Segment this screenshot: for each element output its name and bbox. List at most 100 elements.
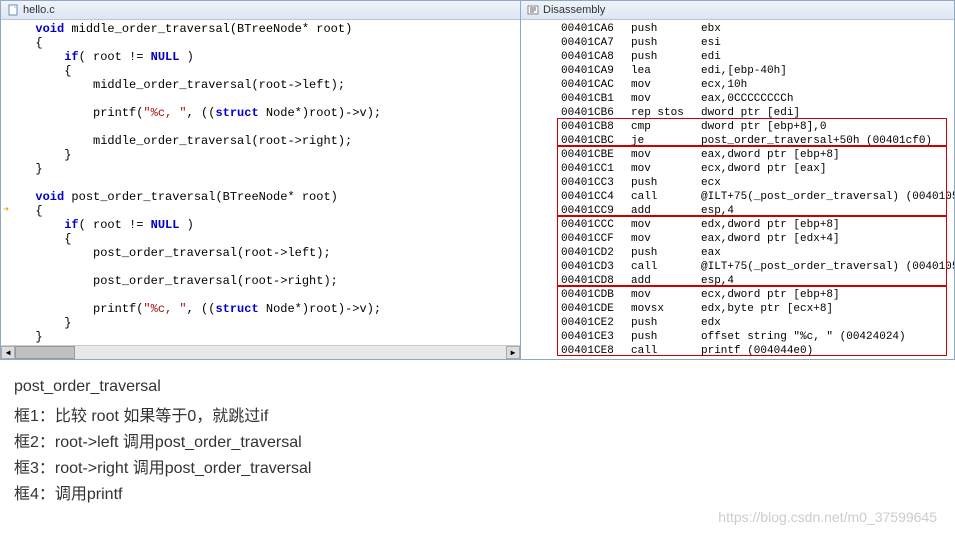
asm-opcode: add	[631, 274, 701, 288]
asm-address: 00401CA7	[561, 36, 631, 50]
asm-args: esp,4	[701, 274, 950, 288]
asm-line[interactable]: 00401CA6pushebx	[521, 22, 954, 36]
asm-line[interactable]: 00401CD8addesp,4	[521, 274, 954, 288]
scroll-thumb[interactable]	[15, 346, 75, 359]
asm-args: offset string "%c, " (00424024)	[701, 330, 950, 344]
asm-args: @ILT+75(_post_order_traversal) (00401050…	[701, 190, 954, 204]
source-line[interactable]	[1, 120, 520, 134]
asm-address: 00401CDB	[561, 288, 631, 302]
asm-opcode: lea	[631, 64, 701, 78]
asm-opcode: push	[631, 176, 701, 190]
source-line[interactable]: {	[1, 64, 520, 78]
asm-line[interactable]: 00401CBEmoveax,dword ptr [ebp+8]	[521, 148, 954, 162]
asm-address: 00401CDE	[561, 302, 631, 316]
asm-line[interactable]: 00401CDBmovecx,dword ptr [ebp+8]	[521, 288, 954, 302]
source-line[interactable]: middle_order_traversal(root->left);	[1, 78, 520, 92]
disassembly-view[interactable]: 00401CA6pushebx00401CA7pushesi00401CA8pu…	[521, 20, 954, 359]
asm-args: eax,dword ptr [edx+4]	[701, 232, 950, 246]
asm-line[interactable]: 00401CE2pushedx	[521, 316, 954, 330]
asm-line[interactable]: 00401CEDaddesp,8	[521, 358, 954, 359]
source-line[interactable]	[1, 344, 520, 345]
asm-line[interactable]: 00401CCFmoveax,dword ptr [edx+4]	[521, 232, 954, 246]
asm-line[interactable]: 00401CA7pushesi	[521, 36, 954, 50]
asm-args: ecx,10h	[701, 78, 950, 92]
source-line[interactable]: }	[1, 162, 520, 176]
asm-line[interactable]: 00401CA8pushedi	[521, 50, 954, 64]
asm-line[interactable]: 00401CB6rep stosdword ptr [edi]	[521, 106, 954, 120]
asm-address: 00401CAC	[561, 78, 631, 92]
scroll-left-button[interactable]: ◀	[1, 346, 15, 359]
asm-opcode: mov	[631, 288, 701, 302]
asm-line[interactable]: 00401CD2pusheax	[521, 246, 954, 260]
source-line[interactable]: }	[1, 330, 520, 344]
source-line[interactable]	[1, 288, 520, 302]
asm-address: 00401CCF	[561, 232, 631, 246]
asm-address: 00401CCC	[561, 218, 631, 232]
ide-window: hello.c void middle_order_traversal(BTre…	[0, 0, 955, 360]
asm-line[interactable]: 00401CD3call@ILT+75(_post_order_traversa…	[521, 260, 954, 274]
asm-opcode: call	[631, 190, 701, 204]
source-line[interactable]: if( root != NULL )	[1, 218, 520, 232]
asm-opcode: push	[631, 36, 701, 50]
source-line[interactable]	[1, 260, 520, 274]
note-line: 框4：调用printf	[14, 482, 941, 508]
asm-address: 00401CC4	[561, 190, 631, 204]
asm-line[interactable]: 00401CB1moveax,0CCCCCCCCh	[521, 92, 954, 106]
asm-args: edx,dword ptr [ebp+8]	[701, 218, 950, 232]
asm-line[interactable]: 00401CA9leaedi,[ebp-40h]	[521, 64, 954, 78]
asm-address: 00401CC1	[561, 162, 631, 176]
asm-args: ecx,dword ptr [ebp+8]	[701, 288, 950, 302]
source-line[interactable]: {	[1, 232, 520, 246]
source-line[interactable]: void middle_order_traversal(BTreeNode* r…	[1, 22, 520, 36]
asm-line[interactable]: 00401CC4call@ILT+75(_post_order_traversa…	[521, 190, 954, 204]
asm-opcode: mov	[631, 162, 701, 176]
source-editor[interactable]: void middle_order_traversal(BTreeNode* r…	[1, 20, 520, 345]
asm-address: 00401CB1	[561, 92, 631, 106]
source-line[interactable]	[1, 92, 520, 106]
asm-address: 00401CBE	[561, 148, 631, 162]
asm-line[interactable]: 00401CE8callprintf (004044e0)	[521, 344, 954, 358]
asm-line[interactable]: 00401CBCjepost_order_traversal+50h (0040…	[521, 134, 954, 148]
source-line[interactable]: if( root != NULL )	[1, 50, 520, 64]
asm-line[interactable]: 00401CACmovecx,10h	[521, 78, 954, 92]
asm-opcode: mov	[631, 218, 701, 232]
source-line[interactable]: }	[1, 148, 520, 162]
asm-line[interactable]: 00401CC3pushecx	[521, 176, 954, 190]
asm-opcode: push	[631, 246, 701, 260]
source-line[interactable]: {➔	[1, 204, 520, 218]
asm-address: 00401CE8	[561, 344, 631, 358]
asm-args: printf (004044e0)	[701, 344, 950, 358]
asm-args: post_order_traversal+50h (00401cf0)	[701, 134, 950, 148]
asm-address: 00401CA8	[561, 50, 631, 64]
scroll-right-button[interactable]: ▶	[506, 346, 520, 359]
source-line[interactable]: void post_order_traversal(BTreeNode* roo…	[1, 190, 520, 204]
source-line[interactable]: }	[1, 316, 520, 330]
asm-line[interactable]: 00401CE3pushoffset string "%c, " (004240…	[521, 330, 954, 344]
source-line[interactable]: printf("%c, ", ((struct Node*)root)->v);	[1, 302, 520, 316]
scrollbar-horizontal[interactable]: ◀ ▶	[1, 345, 520, 359]
file-icon	[7, 4, 19, 16]
asm-line[interactable]: 00401CC1movecx,dword ptr [eax]	[521, 162, 954, 176]
source-tab[interactable]: hello.c	[1, 1, 520, 20]
source-line[interactable]	[1, 176, 520, 190]
asm-line[interactable]: 00401CC9addesp,4	[521, 204, 954, 218]
asm-opcode: mov	[631, 92, 701, 106]
disassembly-tab[interactable]: Disassembly	[521, 1, 954, 20]
asm-args: eax	[701, 246, 950, 260]
asm-opcode: movsx	[631, 302, 701, 316]
source-line[interactable]: printf("%c, ", ((struct Node*)root)->v);	[1, 106, 520, 120]
source-line[interactable]: post_order_traversal(root->right);	[1, 274, 520, 288]
source-line[interactable]: middle_order_traversal(root->right);	[1, 134, 520, 148]
asm-line[interactable]: 00401CDEmovsxedx,byte ptr [ecx+8]	[521, 302, 954, 316]
asm-line[interactable]: 00401CCCmovedx,dword ptr [ebp+8]	[521, 218, 954, 232]
disassembly-pane: Disassembly 00401CA6pushebx00401CA7pushe…	[520, 0, 955, 360]
execution-arrow-icon: ➔	[3, 204, 9, 218]
note-line: 框2：root->left 调用post_order_traversal	[14, 430, 941, 456]
asm-args: edi	[701, 50, 950, 64]
scroll-track[interactable]	[15, 346, 506, 359]
source-line[interactable]: post_order_traversal(root->left);	[1, 246, 520, 260]
asm-address: 00401CE3	[561, 330, 631, 344]
note-line: 框1：比较 root 如果等于0，就跳过if	[14, 404, 941, 430]
asm-line[interactable]: 00401CB8cmpdword ptr [ebp+8],0	[521, 120, 954, 134]
source-line[interactable]: {	[1, 36, 520, 50]
